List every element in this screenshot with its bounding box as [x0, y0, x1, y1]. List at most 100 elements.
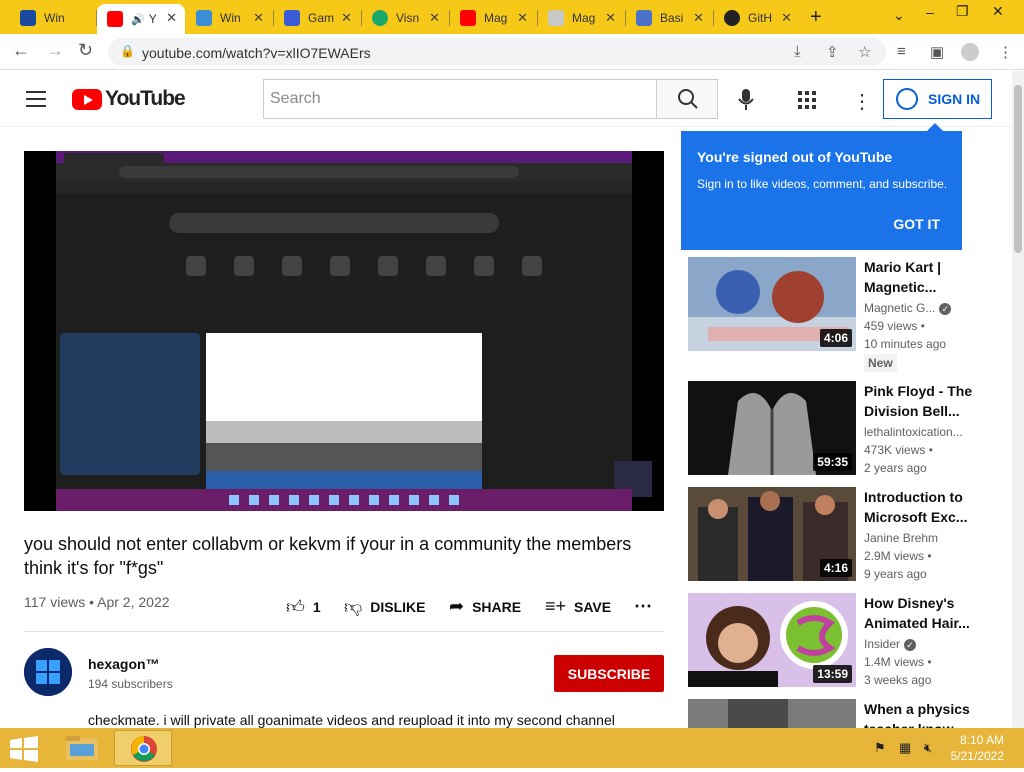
thumbs-up-icon: 👍︎	[286, 597, 305, 617]
sign-in-button[interactable]: SIGN IN	[883, 79, 992, 119]
close-tab-icon[interactable]: ✕	[341, 10, 352, 26]
browser-tab-youtube-active[interactable]: 🔊 Y ✕	[97, 4, 185, 34]
youtube-favicon-icon	[460, 10, 476, 26]
browser-tab-8[interactable]: Basi ✕	[626, 4, 712, 32]
video-title: you should not enter collabvm or kekvm i…	[24, 534, 632, 578]
browser-tab-3[interactable]: Win ✕	[186, 4, 272, 32]
video-thumbnail[interactable]	[688, 699, 856, 728]
more-actions-icon[interactable]: ⋯	[634, 596, 652, 617]
like-button[interactable]: 👍︎ 1	[286, 596, 321, 618]
subscribe-button[interactable]: SUBSCRIBE	[554, 655, 664, 692]
media-control-icon[interactable]: ≡	[897, 43, 906, 60]
volume-muted-icon[interactable]: 🔇︎	[924, 740, 932, 756]
video-thumbnail[interactable]: 4:06	[688, 257, 856, 351]
browser-menu-icon[interactable]: ⋮	[998, 43, 1013, 61]
got-it-button[interactable]: GOT IT	[893, 216, 940, 232]
lock-icon: 🔒	[120, 44, 135, 58]
windows-logo-icon	[24, 648, 72, 696]
video-thumbnail[interactable]: 13:59	[688, 593, 856, 687]
close-tab-icon[interactable]: ✕	[429, 10, 440, 26]
close-tab-icon[interactable]: ✕	[605, 10, 616, 26]
restore-button[interactable]: ❐	[956, 3, 969, 20]
bookmark-star-icon[interactable]: ☆	[858, 43, 871, 61]
scrollbar-thumb[interactable]	[1014, 85, 1022, 253]
share-arrow-icon: ➦	[449, 596, 465, 616]
close-window-button[interactable]: ✕	[992, 3, 1004, 20]
divider	[24, 631, 664, 632]
browser-tab-6[interactable]: Mag ✕	[450, 4, 536, 32]
video-description: checkmate. i will private all goanimate …	[88, 712, 615, 728]
account-circle-icon	[896, 88, 918, 110]
windows-taskbar: ⚑ ▦ 🔇︎ 8:10 AM 5/21/2022	[0, 728, 1024, 768]
save-button[interactable]: ≡+ SAVE	[545, 596, 611, 617]
browser-tab-4[interactable]: Gam ✕	[274, 4, 360, 32]
browser-tab-9[interactable]: GitH ✕	[714, 4, 800, 32]
page-scrollbar[interactable]	[1012, 71, 1024, 728]
windows-start-icon[interactable]	[10, 736, 38, 762]
search-icon	[678, 89, 698, 109]
search-button[interactable]	[656, 79, 718, 119]
search-input[interactable]: Search	[263, 79, 656, 119]
chrome-icon	[131, 736, 157, 762]
chrome-taskbar-button[interactable]	[114, 730, 172, 766]
suggested-video[interactable]: 13:59 How Disney's Animated Hair... Insi…	[688, 593, 1000, 693]
apps-grid-icon[interactable]	[798, 91, 816, 109]
channel-name: Janine Brehm	[864, 531, 939, 545]
youtube-logo[interactable]: YouTube	[72, 87, 186, 111]
g-favicon-icon	[284, 10, 300, 26]
suggested-video[interactable]: 4:16 Introduction to Microsoft Exc... Ja…	[688, 487, 1000, 587]
browser-tab-5[interactable]: Visn ✕	[362, 4, 448, 32]
address-bar[interactable]: 🔒 youtube.com/watch?v=xlIO7EWAErs	[108, 38, 886, 66]
video-frame	[56, 151, 652, 511]
playlist-add-icon: ≡+	[545, 596, 567, 616]
subscriber-count: 194 subscribers	[88, 677, 173, 691]
video-views-date: 117 views • Apr 2, 2022	[24, 594, 170, 610]
browser-tab-7[interactable]: Mag ✕	[538, 4, 624, 32]
side-panel-icon[interactable]: ▣	[930, 43, 944, 61]
windows-favicon-icon	[20, 10, 36, 26]
close-tab-icon[interactable]: ✕	[517, 10, 528, 26]
channel-avatar[interactable]	[24, 648, 72, 696]
video-thumbnail[interactable]: 4:16	[688, 487, 856, 581]
close-tab-icon[interactable]: ✕	[781, 10, 792, 26]
share-icon[interactable]: ⇪	[826, 43, 839, 61]
share-button[interactable]: ➦ SHARE	[449, 596, 521, 617]
video-player[interactable]	[24, 151, 664, 511]
profile-avatar-icon[interactable]	[961, 43, 979, 61]
channel-name: lethalintoxication...	[864, 425, 963, 439]
suggested-video[interactable]: 4:06 Mario Kart | Magnetic... Magnetic G…	[688, 257, 1000, 372]
browser-tab-1[interactable]: Win	[10, 4, 96, 32]
network-icon[interactable]: ▦	[899, 740, 911, 756]
install-icon[interactable]: ⤓	[794, 43, 801, 60]
suggested-video[interactable]: 59:35 Pink Floyd - The Division Bell... …	[688, 381, 1000, 481]
suggested-video[interactable]: When a physics teacher know...	[688, 699, 1000, 728]
close-tab-icon[interactable]: ✕	[166, 10, 177, 26]
close-tab-icon[interactable]: ✕	[693, 10, 704, 26]
forward-button[interactable]: →	[46, 40, 64, 61]
reload-button[interactable]: ↻	[78, 40, 93, 61]
windows-favicon-icon	[196, 10, 212, 26]
signed-out-tooltip: You're signed out of YouTube Sign in to …	[681, 123, 962, 250]
u-favicon-icon	[372, 10, 388, 26]
dislike-button[interactable]: 👎︎ DISLIKE	[344, 596, 426, 618]
channel-name[interactable]: hexagon™	[88, 656, 160, 672]
new-badge: New	[864, 354, 897, 372]
youtube-play-icon	[72, 88, 102, 110]
browser-tab-strip: Win 🔊 Y ✕ Win ✕ Gam ✕ Visn ✕ Mag ✕ Mag ✕…	[0, 0, 1024, 34]
back-button[interactable]: ←	[12, 40, 30, 61]
new-tab-button[interactable]: +	[810, 6, 822, 29]
thumbs-down-icon: 👎︎	[344, 597, 363, 617]
close-tab-icon[interactable]: ✕	[253, 10, 264, 26]
video-thumbnail[interactable]: 59:35	[688, 381, 856, 475]
file-explorer-taskbar-button[interactable]	[54, 730, 112, 766]
verified-check-icon: ✓	[939, 302, 952, 315]
system-clock[interactable]: 8:10 AM 5/21/2022	[951, 732, 1004, 764]
microphone-icon[interactable]	[738, 89, 754, 111]
settings-more-icon[interactable]: ⋮	[852, 89, 872, 114]
hamburger-menu-icon[interactable]	[26, 91, 46, 107]
action-center-flag-icon[interactable]: ⚑	[874, 740, 886, 756]
github-favicon-icon	[724, 10, 740, 26]
tab-search-chevron-icon[interactable]: ⌄	[893, 7, 905, 24]
minimize-button[interactable]: –	[926, 4, 934, 20]
verified-check-icon: ✓	[904, 638, 917, 651]
